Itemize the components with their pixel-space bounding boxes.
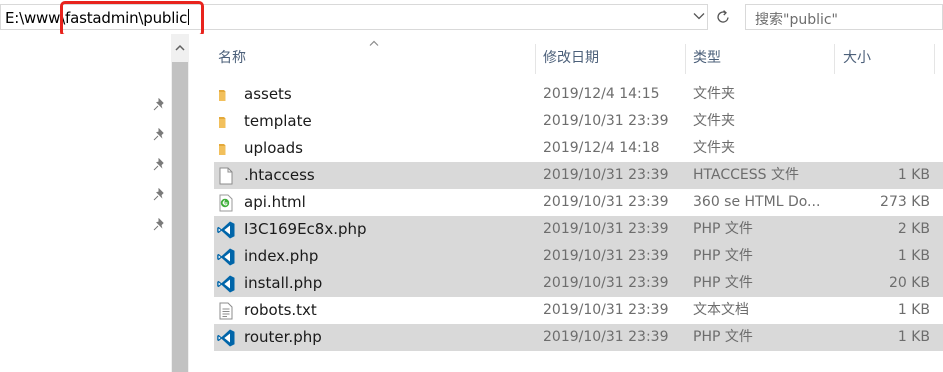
file-size: 1 KB xyxy=(897,302,930,318)
vscode-icon xyxy=(216,274,236,294)
folder-icon xyxy=(216,139,236,159)
pin-icon[interactable] xyxy=(152,188,166,202)
column-header-size[interactable]: 大小 xyxy=(843,47,871,69)
sort-ascending-icon xyxy=(369,40,379,46)
file-modified: 2019/10/31 23:39 xyxy=(543,329,669,345)
file-modified: 2019/10/31 23:39 xyxy=(543,275,669,291)
vscode-icon xyxy=(216,220,236,240)
blank-file-icon xyxy=(216,166,236,186)
scrollbar-thumb[interactable] xyxy=(172,62,188,372)
file-modified: 2019/10/31 23:39 xyxy=(543,302,669,318)
file-modified: 2019/10/31 23:39 xyxy=(543,113,669,129)
address-bar-row: E:\www\fastadmin\public 搜索"public" xyxy=(0,0,943,37)
chevron-down-icon xyxy=(693,13,705,20)
file-modified: 2019/10/31 23:39 xyxy=(543,248,669,264)
file-row[interactable]: router.php 2019/10/31 23:39 PHP 文件 1 KB xyxy=(214,324,943,351)
file-modified: 2019/12/4 14:15 xyxy=(543,86,660,102)
search-placeholder: 搜索"public" xyxy=(755,12,839,28)
file-size: 2 KB xyxy=(897,221,930,237)
address-history-dropdown[interactable] xyxy=(692,8,706,24)
column-divider[interactable] xyxy=(535,44,536,74)
column-header-name[interactable]: 名称 xyxy=(218,47,246,69)
pin-icon[interactable] xyxy=(152,158,166,172)
folder-icon xyxy=(216,85,236,105)
file-list-pane[interactable]: 名称 修改日期 类型 大小 assets 2019/12/4 14:15 文件夹… xyxy=(189,34,943,372)
text-file-icon xyxy=(216,301,236,321)
folder-icon xyxy=(216,112,236,132)
file-name: api.html xyxy=(244,193,306,211)
pin-icon[interactable] xyxy=(152,218,166,232)
file-row[interactable]: assets 2019/12/4 14:15 文件夹 xyxy=(214,81,943,108)
column-divider[interactable] xyxy=(834,44,835,74)
file-modified: 2019/10/31 23:39 xyxy=(543,167,669,183)
red-highlight-annotation xyxy=(60,1,204,37)
file-type: 360 se HTML Do... xyxy=(693,194,821,210)
file-modified: 2019/12/4 14:18 xyxy=(543,140,660,156)
file-name: I3C169Ec8x.php xyxy=(244,220,367,238)
column-divider[interactable] xyxy=(685,44,686,74)
file-type: PHP 文件 xyxy=(693,275,753,291)
file-type: HTACCESS 文件 xyxy=(693,167,799,183)
file-type: 文件夹 xyxy=(693,113,735,129)
file-name: uploads xyxy=(244,139,303,157)
file-type: 文件夹 xyxy=(693,86,735,102)
vscode-icon xyxy=(216,328,236,348)
file-name: router.php xyxy=(244,328,322,346)
file-size: 273 KB xyxy=(880,194,930,210)
file-size: 1 KB xyxy=(897,329,930,345)
file-modified: 2019/10/31 23:39 xyxy=(543,194,669,210)
refresh-icon xyxy=(717,10,729,23)
pin-icon[interactable] xyxy=(152,98,166,112)
file-type: 文本文档 xyxy=(693,302,749,318)
file-row[interactable]: install.php 2019/10/31 23:39 PHP 文件 20 K… xyxy=(214,270,943,297)
file-size: 1 KB xyxy=(897,248,930,264)
file-name: install.php xyxy=(244,274,323,292)
file-row[interactable]: template 2019/10/31 23:39 文件夹 xyxy=(214,108,943,135)
file-row[interactable]: api.html 2019/10/31 23:39 360 se HTML Do… xyxy=(214,189,943,216)
refresh-button[interactable] xyxy=(711,6,735,28)
file-type: PHP 文件 xyxy=(693,329,753,345)
file-row[interactable]: index.php 2019/10/31 23:39 PHP 文件 1 KB xyxy=(214,243,943,270)
file-name: index.php xyxy=(244,247,319,265)
pin-icon[interactable] xyxy=(152,128,166,142)
column-header-type[interactable]: 类型 xyxy=(693,47,721,69)
navigation-scrollbar[interactable] xyxy=(171,34,189,372)
html-file-icon xyxy=(216,193,236,213)
file-row[interactable]: I3C169Ec8x.php 2019/10/31 23:39 PHP 文件 2… xyxy=(214,216,943,243)
file-type: PHP 文件 xyxy=(693,248,753,264)
chevron-up-icon[interactable] xyxy=(174,42,186,54)
column-divider[interactable] xyxy=(934,44,935,74)
column-header-row: 名称 修改日期 类型 大小 xyxy=(189,34,943,79)
file-modified: 2019/10/31 23:39 xyxy=(543,221,669,237)
file-size: 20 KB xyxy=(888,275,930,291)
file-row[interactable]: uploads 2019/12/4 14:18 文件夹 xyxy=(214,135,943,162)
search-input[interactable]: 搜索"public" xyxy=(745,4,943,30)
vscode-icon xyxy=(216,247,236,267)
file-name: .htaccess xyxy=(244,166,315,184)
file-name: template xyxy=(244,112,312,130)
file-row[interactable]: .htaccess 2019/10/31 23:39 HTACCESS 文件 1… xyxy=(214,162,943,189)
file-row[interactable]: robots.txt 2019/10/31 23:39 文本文档 1 KB xyxy=(214,297,943,324)
file-name: robots.txt xyxy=(244,301,317,319)
file-type: PHP 文件 xyxy=(693,221,753,237)
file-name: assets xyxy=(244,85,292,103)
navigation-pane[interactable] xyxy=(0,34,171,372)
file-type: 文件夹 xyxy=(693,140,735,156)
file-size: 1 KB xyxy=(897,167,930,183)
column-header-modified[interactable]: 修改日期 xyxy=(543,47,599,69)
